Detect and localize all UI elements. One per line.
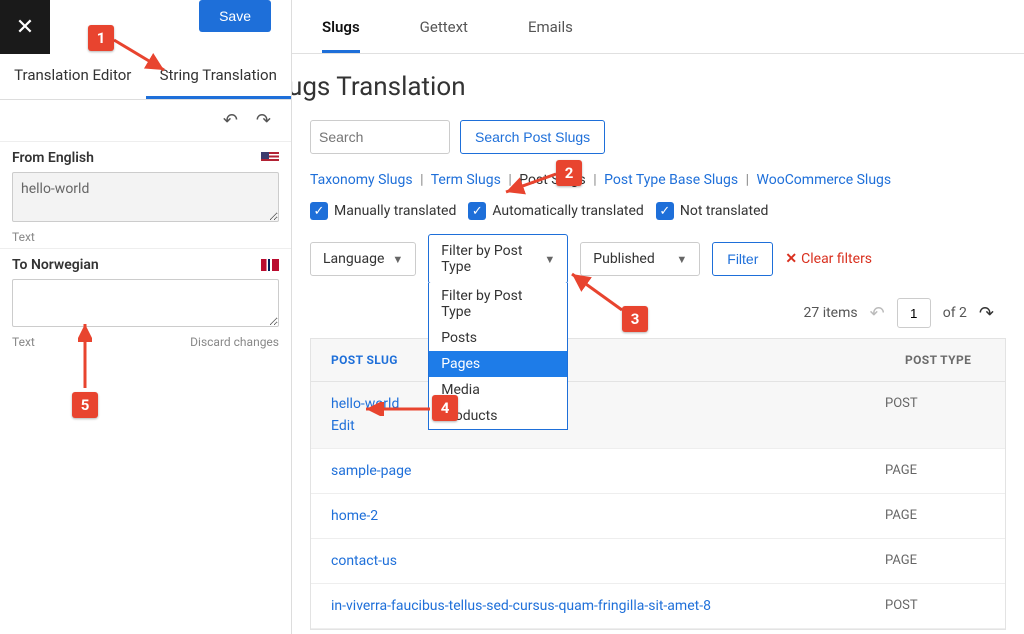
slug-link[interactable]: contact-us: [331, 553, 397, 569]
no-flag-icon: [261, 259, 279, 271]
tab-gettext[interactable]: Gettext: [420, 18, 468, 53]
target-text-input[interactable]: [12, 279, 279, 327]
checkbox-manually-translated[interactable]: ✓: [310, 202, 328, 220]
checkbox-not-translated[interactable]: ✓: [656, 202, 674, 220]
table-row: sample-page PAGE: [311, 449, 1005, 494]
select-language[interactable]: Language ▼: [310, 242, 416, 276]
select-status[interactable]: Published ▼: [580, 242, 700, 276]
callout-1: 1: [88, 25, 114, 51]
close-button[interactable]: ✕: [0, 0, 50, 54]
link-woocommerce-slugs[interactable]: WooCommerce Slugs: [757, 172, 892, 188]
page-number-input[interactable]: [897, 298, 931, 328]
edit-link[interactable]: Edit: [331, 418, 885, 434]
clear-filters-link[interactable]: ✕Clear filters: [785, 251, 872, 267]
label-not-translated: Not translated: [680, 203, 769, 219]
next-page-icon[interactable]: ↷: [979, 303, 994, 324]
post-type-cell: PAGE: [885, 508, 985, 523]
dropdown-item-pages[interactable]: Pages: [429, 351, 567, 377]
callout-2: 2: [556, 160, 582, 186]
link-taxonomy-slugs[interactable]: Taxonomy Slugs: [310, 172, 413, 188]
label-automatically-translated: Automatically translated: [492, 203, 643, 219]
text-hint: Text: [12, 230, 35, 244]
pagination-items-count: 27 items: [803, 305, 857, 321]
table-row: home-2 PAGE: [311, 494, 1005, 539]
th-post-type: POST TYPE: [885, 339, 1005, 381]
slug-link[interactable]: hello-world: [331, 396, 399, 412]
tab-string-translation[interactable]: String Translation: [146, 54, 292, 99]
discard-changes-link[interactable]: Discard changes: [190, 335, 279, 349]
callout-5: 5: [72, 392, 98, 418]
text-hint-2: Text: [12, 335, 35, 349]
slug-link[interactable]: in-viverra-faucibus-tellus-sed-cursus-qu…: [331, 598, 711, 614]
undo-icon[interactable]: ↶: [223, 110, 238, 131]
main-panel: Slugs Gettext Emails ugs Translation Sea…: [292, 0, 1024, 634]
callout-3: 3: [622, 306, 648, 332]
th-post-slug[interactable]: POST SLUG: [311, 339, 885, 381]
tab-emails[interactable]: Emails: [528, 18, 573, 53]
post-type-cell: POST: [885, 598, 985, 613]
search-input[interactable]: [310, 120, 450, 154]
us-flag-icon: [261, 152, 279, 164]
slugs-table: POST SLUG POST TYPE hello-world Edit POS…: [310, 338, 1006, 630]
slug-link[interactable]: sample-page: [331, 463, 411, 479]
label-manually-translated: Manually translated: [334, 203, 456, 219]
tab-translation-editor[interactable]: Translation Editor: [0, 54, 146, 99]
callout-4: 4: [432, 395, 458, 421]
link-post-type-base-slugs[interactable]: Post Type Base Slugs: [604, 172, 738, 188]
dropdown-item-posts[interactable]: Posts: [429, 325, 567, 351]
tab-slugs[interactable]: Slugs: [322, 18, 360, 53]
chevron-down-icon: ▼: [676, 253, 687, 266]
dropdown-header: Filter by Post Type: [429, 283, 567, 325]
select-filter-post-type[interactable]: Filter by Post Type ▼ Filter by Post Typ…: [428, 234, 568, 284]
slug-link[interactable]: home-2: [331, 508, 378, 524]
checkbox-automatically-translated[interactable]: ✓: [468, 202, 486, 220]
chevron-down-icon: ▼: [544, 253, 555, 266]
table-row: hello-world Edit POST: [311, 382, 1005, 449]
post-type-cell: POST: [885, 396, 985, 411]
close-icon: ✕: [16, 15, 34, 40]
translation-sidebar: ✕ Save Translation Editor String Transla…: [0, 0, 292, 634]
to-language-label: To Norwegian: [12, 257, 99, 273]
save-button[interactable]: Save: [199, 0, 271, 32]
search-post-slugs-button[interactable]: Search Post Slugs: [460, 120, 605, 154]
table-row: contact-us PAGE: [311, 539, 1005, 584]
table-row: in-viverra-faucibus-tellus-sed-cursus-qu…: [311, 584, 1005, 629]
redo-icon[interactable]: ↷: [256, 110, 271, 131]
chevron-down-icon: ▼: [392, 253, 403, 266]
link-term-slugs[interactable]: Term Slugs: [431, 172, 501, 188]
prev-page-icon[interactable]: ↶: [870, 303, 885, 324]
filter-button[interactable]: Filter: [712, 242, 773, 276]
post-type-cell: PAGE: [885, 463, 985, 478]
pagination-of: of 2: [943, 305, 967, 321]
source-text-input: hello-world: [12, 172, 279, 222]
post-type-cell: PAGE: [885, 553, 985, 568]
page-title: ugs Translation: [292, 54, 1024, 120]
from-language-label: From English: [12, 150, 94, 166]
